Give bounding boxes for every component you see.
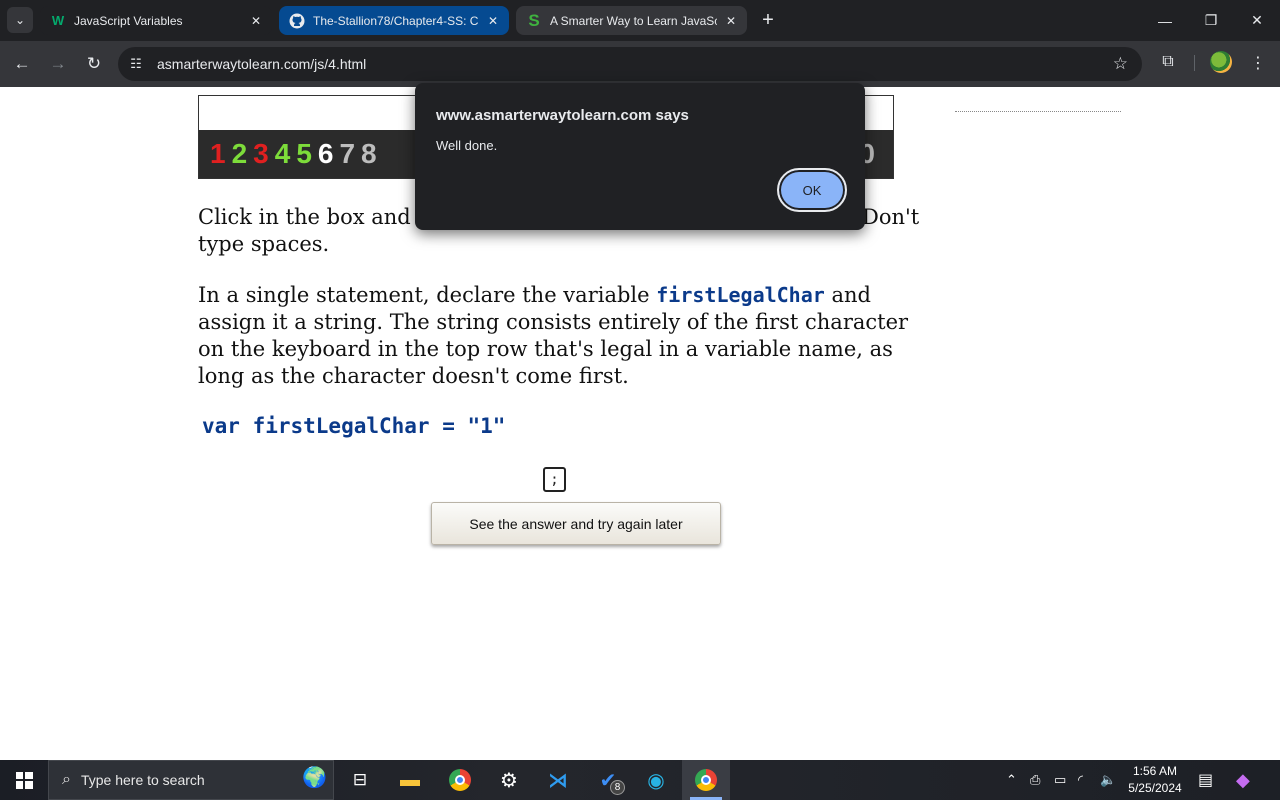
instruction-start: Click in the box and t	[198, 205, 426, 229]
address-bar[interactable]: ☷ asmarterwaytolearn.com/js/4.html ☆	[118, 47, 1142, 81]
arrow-left-icon: ←	[13, 54, 31, 73]
w3schools-favicon-icon: W	[51, 13, 65, 28]
restore-icon: ❐	[1204, 12, 1218, 28]
tab-strip: ⌄ W JavaScript Variables ✕ The-Stallion7…	[0, 0, 1280, 41]
menu-kebab-icon[interactable]: ⋮	[1248, 52, 1268, 74]
tab-javascript-variables[interactable]: W JavaScript Variables ✕	[40, 6, 272, 35]
chrome-active-button[interactable]	[682, 760, 730, 800]
task-variable: firstLegalChar	[656, 283, 825, 307]
extensions-icon[interactable]: ⧉	[1156, 50, 1180, 74]
clock-time: 1:56 AM	[1132, 764, 1178, 778]
task-before: In a single statement, declare the varia…	[198, 283, 657, 307]
battery-icon[interactable]: ▭	[1054, 760, 1066, 800]
dialog-title: www.asmarterwaytolearn.com says	[436, 107, 689, 124]
plus-icon: +	[762, 8, 774, 31]
chrome-icon	[449, 769, 471, 791]
forward-button[interactable]: →	[44, 50, 72, 78]
edge-icon: ◉	[647, 769, 665, 792]
system-clock[interactable]: 1:56 AM 5/25/2024	[1122, 763, 1188, 797]
exercise-number[interactable]: 1	[210, 138, 226, 170]
code-input-box[interactable]: ;	[543, 467, 566, 492]
chrome-icon	[695, 769, 717, 791]
exercise-number[interactable]: 3	[253, 138, 269, 170]
task-view-icon: ⊟	[352, 770, 368, 789]
url-text[interactable]: asmarterwaytolearn.com/js/4.html	[157, 56, 366, 72]
arrow-right-icon: →	[49, 54, 67, 73]
vscode-button[interactable]: ⋊	[534, 760, 582, 800]
close-icon: ✕	[1251, 12, 1263, 28]
chevron-up-icon: ⌃	[1006, 772, 1017, 787]
taskbar-search-box[interactable]: ⌕ Type here to search 🌍	[48, 760, 334, 800]
site-info-icon[interactable]: ☷	[126, 54, 146, 74]
new-tab-button[interactable]: +	[756, 8, 780, 32]
alert-dialog: www.asmarterwaytolearn.com says Well don…	[415, 83, 865, 230]
chrome-button[interactable]	[436, 760, 484, 800]
bookmark-star-icon[interactable]: ☆	[1113, 54, 1128, 74]
show-hidden-icons[interactable]: ⌃	[1006, 760, 1017, 800]
exercise-number[interactable]: 8	[361, 138, 377, 170]
minimize-icon: —	[1158, 12, 1172, 29]
chatgpt-button[interactable]: ⚙	[485, 760, 533, 800]
openai-icon: ⚙	[500, 769, 518, 792]
windows-taskbar: ⌕ Type here to search 🌍 ⊟ ▬ ⚙ ⋊ ✔ 8 ◉ ⌃ ⎙…	[0, 760, 1280, 800]
reload-button[interactable]: ↻	[80, 50, 108, 78]
clock-date: 5/25/2024	[1128, 781, 1182, 795]
see-answer-button[interactable]: See the answer and try again later	[431, 502, 721, 545]
notification-badge: 8	[610, 780, 625, 795]
search-placeholder: Type here to search	[80, 772, 205, 788]
task-view-button[interactable]: ⊟	[336, 760, 384, 800]
profile-avatar[interactable]	[1210, 51, 1232, 73]
instruction-end: Don't	[862, 205, 920, 229]
tab-title: A Smarter Way to Learn JavaScr	[550, 13, 717, 28]
volume-icon[interactable]: 🔈	[1100, 760, 1116, 800]
search-highlight-icon[interactable]: 🌍	[302, 765, 327, 790]
vscode-icon: ⋊	[548, 769, 568, 792]
browser-toolbar: ← → ↻ ☷ asmarterwaytolearn.com/js/4.html…	[0, 41, 1280, 87]
exercise-number[interactable]: 4	[275, 138, 291, 170]
github-icon	[289, 13, 305, 29]
instruction-line-2: type spaces.	[198, 232, 330, 256]
ok-button[interactable]: OK	[777, 168, 847, 212]
tab-title: JavaScript Variables	[74, 13, 183, 28]
meet-now-icon[interactable]: ⎙	[1030, 760, 1040, 800]
reload-icon: ↻	[86, 54, 102, 73]
smarterway-favicon-icon: S	[528, 10, 540, 30]
dialog-message: Well done.	[436, 138, 498, 153]
exercise-number[interactable]: 7	[339, 138, 355, 170]
restore-button[interactable]: ❐	[1188, 0, 1234, 41]
wifi-icon[interactable]: ◜	[1078, 760, 1083, 800]
exercise-number[interactable]: 5	[296, 138, 312, 170]
back-button[interactable]: ←	[8, 50, 36, 78]
tab-title: The-Stallion78/Chapter4-SS: Ch	[313, 13, 479, 28]
close-window-button[interactable]: ✕	[1234, 0, 1280, 41]
chevron-down-icon: ⌄	[14, 13, 26, 27]
edge-button[interactable]: ◉	[632, 760, 680, 800]
search-icon: ⌕	[62, 771, 71, 788]
copilot-icon[interactable]: ◆	[1236, 760, 1250, 800]
tab-search-dropdown[interactable]: ⌄	[7, 7, 33, 33]
notifications-icon[interactable]: ▤	[1198, 760, 1213, 800]
exercise-number[interactable]: 2	[232, 138, 248, 170]
file-explorer-button[interactable]: ▬	[386, 760, 434, 800]
task-text: In a single statement, declare the varia…	[198, 282, 928, 390]
tab-smarter-way[interactable]: S A Smarter Way to Learn JavaScr ✕	[516, 6, 747, 35]
exercise-number[interactable]: 6	[318, 138, 334, 170]
dotted-divider	[955, 111, 1121, 112]
folder-icon: ▬	[400, 768, 420, 791]
toolbar-divider	[1194, 55, 1195, 71]
tab-github[interactable]: The-Stallion78/Chapter4-SS: Ch ✕	[279, 6, 509, 35]
minimize-button[interactable]: —	[1142, 0, 1188, 41]
close-tab-icon[interactable]: ✕	[485, 13, 501, 29]
todo-button[interactable]: ✔ 8	[584, 760, 632, 800]
close-tab-icon[interactable]: ✕	[723, 13, 739, 29]
close-tab-icon[interactable]: ✕	[248, 13, 264, 29]
windows-logo-icon	[15, 771, 33, 789]
start-button[interactable]	[0, 760, 48, 800]
answer-code-line: var firstLegalChar = "1"	[202, 414, 506, 438]
